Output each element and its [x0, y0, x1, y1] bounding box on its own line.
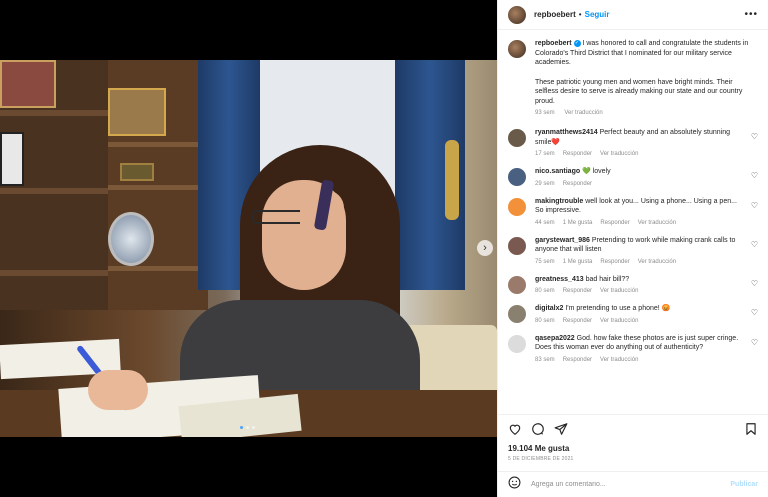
instagram-post-view: › repboebert • Seguir ••• repboebert ✓ I…: [0, 0, 768, 497]
comment-text: 💚 lovely: [582, 168, 611, 175]
reply-button[interactable]: Responder: [563, 318, 592, 324]
comment-like-heart-icon[interactable]: ♡: [751, 201, 758, 210]
heart-icon[interactable]: [508, 422, 522, 436]
add-comment-bar: Publicar: [498, 471, 768, 497]
comment-time[interactable]: 75 sem: [535, 259, 555, 265]
comment-time[interactable]: 44 sem: [535, 220, 555, 226]
comment-username[interactable]: garystewart_986: [535, 237, 590, 244]
comment-time[interactable]: 80 sem: [535, 288, 555, 294]
translate-link[interactable]: Ver traducción: [638, 220, 676, 226]
bookmark-icon[interactable]: [744, 422, 758, 436]
chevron-right-icon: ›: [483, 242, 487, 254]
comment-like-heart-icon[interactable]: ♡: [751, 171, 758, 180]
reply-button[interactable]: Responder: [600, 220, 629, 226]
comments-list[interactable]: repboebert ✓ I was honored to call and c…: [498, 31, 768, 413]
comment-item: garystewart_986 Pretending to work while…: [508, 236, 758, 265]
reply-button[interactable]: Responder: [563, 181, 592, 187]
comment-username[interactable]: nico.santiago: [535, 168, 580, 175]
carousel-dot: [252, 426, 255, 429]
avatar[interactable]: [508, 275, 526, 294]
follow-button[interactable]: Seguir: [585, 10, 610, 19]
comment-like-heart-icon[interactable]: ♡: [751, 279, 758, 288]
carousel-dot: [240, 426, 243, 429]
comment-likes[interactable]: 1 Me gusta: [563, 220, 593, 226]
post-actions: 19.104 Me gusta 5 DE DICIEMBRE DE 2021: [498, 414, 768, 468]
comment-username[interactable]: digitalx2: [535, 305, 563, 312]
comment-item: qasepa2022 God. how fake these photos ar…: [508, 334, 758, 363]
avatar[interactable]: [508, 197, 526, 216]
reply-button[interactable]: Responder: [563, 357, 592, 363]
avatar[interactable]: [508, 334, 526, 353]
more-icon[interactable]: •••: [744, 9, 758, 20]
avatar[interactable]: [508, 5, 526, 24]
translate-link[interactable]: Ver traducción: [638, 259, 676, 265]
caption-text-2: These patriotic young men and women have…: [535, 78, 743, 105]
post-header: repboebert • Seguir •••: [498, 0, 768, 30]
avatar[interactable]: [508, 40, 526, 58]
comment-text: bad hair bill??: [585, 275, 630, 283]
comment-time[interactable]: 29 sem: [535, 181, 555, 187]
post-photo[interactable]: [0, 60, 497, 437]
caption: repboebert ✓ I was honored to call and c…: [508, 39, 758, 116]
caption-time[interactable]: 93 sem: [535, 110, 555, 116]
emoji-icon[interactable]: [508, 476, 521, 494]
post-side-panel: repboebert • Seguir ••• repboebert ✓ I w…: [497, 0, 768, 497]
verified-badge-icon: ✓: [573, 39, 581, 47]
comment-like-heart-icon[interactable]: ♡: [751, 132, 758, 141]
reply-button[interactable]: Responder: [563, 288, 592, 294]
publish-button[interactable]: Publicar: [730, 481, 758, 488]
translate-link[interactable]: Ver traducción: [564, 110, 602, 116]
comment-like-heart-icon[interactable]: ♡: [751, 240, 758, 249]
likes-count[interactable]: 19.104 Me gusta: [508, 444, 758, 453]
translate-link[interactable]: Ver traducción: [600, 288, 638, 294]
caption-username[interactable]: repboebert: [535, 40, 572, 47]
post-media: ›: [0, 0, 497, 497]
comment-like-heart-icon[interactable]: ♡: [751, 338, 758, 347]
comment-text: I'm pretending to use a phone! 😡: [565, 305, 671, 312]
avatar[interactable]: [508, 168, 526, 186]
carousel-dot: [246, 426, 249, 429]
comment-icon[interactable]: [531, 422, 545, 436]
comment-username[interactable]: qasepa2022: [535, 335, 575, 342]
comment-item: ryanmatthews2414 Perfect beauty and an a…: [508, 128, 758, 157]
post-date: 5 DE DICIEMBRE DE 2021: [508, 456, 574, 462]
comment-input[interactable]: [531, 481, 731, 488]
avatar[interactable]: [508, 305, 526, 323]
post-username[interactable]: repboebert: [534, 10, 576, 19]
comment-item: digitalx2 I'm pretending to use a phone!…: [508, 304, 758, 324]
comment-username[interactable]: makingtrouble: [535, 198, 583, 205]
comment-like-heart-icon[interactable]: ♡: [751, 308, 758, 317]
comment-time[interactable]: 80 sem: [535, 318, 555, 324]
reply-button[interactable]: Responder: [600, 259, 629, 265]
carousel-dots: [240, 426, 255, 429]
comment-username[interactable]: greatness_413: [535, 276, 584, 283]
translate-link[interactable]: Ver traducción: [600, 151, 638, 157]
comment-username[interactable]: ryanmatthews2414: [535, 129, 598, 136]
next-image-button[interactable]: ›: [477, 240, 493, 256]
comment-likes[interactable]: 1 Me gusta: [563, 259, 593, 265]
avatar[interactable]: [508, 236, 526, 255]
separator-dot: •: [578, 10, 582, 19]
comment-item: makingtrouble well look at you... Using …: [508, 197, 758, 226]
translate-link[interactable]: Ver traducción: [600, 357, 638, 363]
comment-item: nico.santiago 💚 lovely 29 sem Responder ♡: [508, 167, 758, 187]
comment-item: greatness_413 bad hair bill?? 80 sem Resp…: [508, 275, 758, 294]
reply-button[interactable]: Responder: [563, 151, 592, 157]
comment-time[interactable]: 17 sem: [535, 151, 555, 157]
comment-time[interactable]: 83 sem: [535, 357, 555, 363]
translate-link[interactable]: Ver traducción: [600, 318, 638, 324]
avatar[interactable]: [508, 129, 526, 147]
share-icon[interactable]: [554, 422, 568, 436]
